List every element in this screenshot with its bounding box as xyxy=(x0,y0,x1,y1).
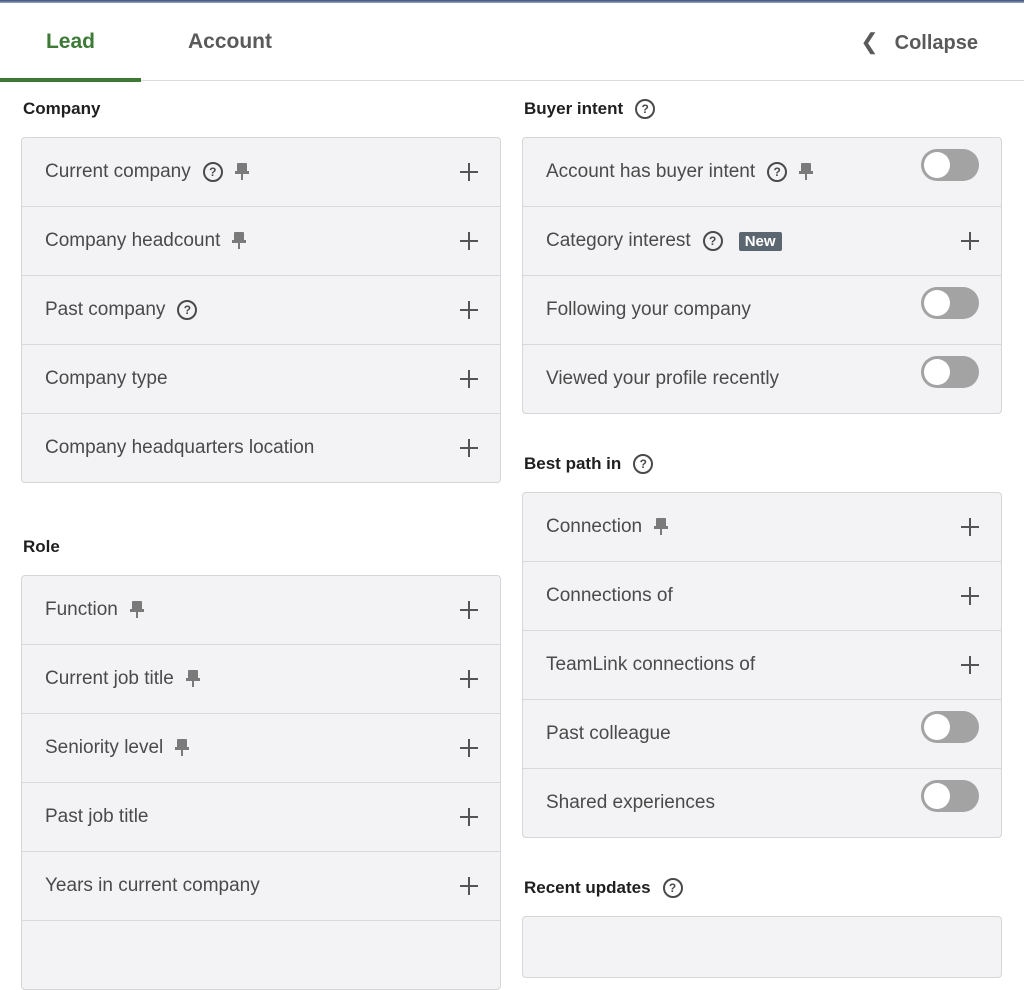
filter-label: Past company xyxy=(45,299,166,320)
pin-icon[interactable] xyxy=(799,163,814,181)
filter-row-current-job-title[interactable]: Current job title xyxy=(22,644,500,713)
help-icon[interactable]: ? xyxy=(177,300,198,320)
filter-label: Past job title xyxy=(45,806,149,827)
filter-row-years-in-current-company[interactable]: Years in current company xyxy=(22,851,500,920)
filter-label: Connection xyxy=(546,516,643,537)
collapse-button[interactable]: ❮ Collapse xyxy=(860,3,978,80)
best-path-filter-group: Connection Connections of TeamLink conne… xyxy=(522,492,1002,838)
filter-row-function[interactable]: Function xyxy=(22,576,500,644)
filter-row-account-has-buyer-intent[interactable]: Account has buyer intent ? xyxy=(523,138,1001,206)
filter-row-following-your-company[interactable]: Following your company xyxy=(523,275,1001,344)
shared-experiences-toggle[interactable] xyxy=(921,780,979,812)
filter-row-viewed-profile-recently[interactable]: Viewed your profile recently xyxy=(523,344,1001,413)
filter-row-next[interactable] xyxy=(22,920,500,989)
tab-bar: Lead Account ❮ Collapse xyxy=(0,3,1024,82)
filter-row-category-interest[interactable]: Category interest ? New xyxy=(523,206,1001,275)
pin-icon[interactable] xyxy=(129,601,144,619)
help-icon[interactable]: ? xyxy=(702,231,723,251)
filter-label: Current company xyxy=(45,161,191,182)
buyer-intent-filter-group: Account has buyer intent ? Category inte… xyxy=(522,137,1002,414)
add-filter-icon[interactable] xyxy=(961,587,979,605)
collapse-label: Collapse xyxy=(894,32,978,54)
pin-icon[interactable] xyxy=(175,739,190,757)
add-filter-icon[interactable] xyxy=(961,656,979,674)
filter-row-past-colleague[interactable]: Past colleague xyxy=(523,699,1001,768)
filter-label: Seniority level xyxy=(45,737,164,758)
left-column: Company Current company ? Company headco… xyxy=(21,81,501,990)
pin-icon[interactable] xyxy=(232,232,247,250)
section-title-recent-updates: Recent updates ? xyxy=(522,860,1002,916)
tab-lead[interactable]: Lead xyxy=(0,3,141,82)
role-filter-group: Function Current job title Seniority lev… xyxy=(21,575,501,990)
filter-label: Following your company xyxy=(546,299,751,320)
filter-label: Connections of xyxy=(546,585,673,606)
add-filter-icon[interactable] xyxy=(460,232,478,250)
add-filter-icon[interactable] xyxy=(460,301,478,319)
filter-label: Shared experiences xyxy=(546,792,715,813)
pin-icon[interactable] xyxy=(185,670,200,688)
filter-label: Current job title xyxy=(45,668,174,689)
section-title-role: Role xyxy=(23,537,60,556)
filter-row-company-hq-location[interactable]: Company headquarters location xyxy=(22,413,500,482)
past-colleague-toggle[interactable] xyxy=(921,711,979,743)
help-icon[interactable]: ? xyxy=(633,454,654,474)
filter-label: Viewed your profile recently xyxy=(546,368,780,389)
add-filter-icon[interactable] xyxy=(460,739,478,757)
add-filter-icon[interactable] xyxy=(961,232,979,250)
help-icon[interactable]: ? xyxy=(202,162,223,182)
pin-icon[interactable] xyxy=(654,518,669,536)
add-filter-icon[interactable] xyxy=(460,670,478,688)
filter-row-past-company[interactable]: Past company ? xyxy=(22,275,500,344)
filter-label: Years in current company xyxy=(45,875,260,896)
filter-label: Account has buyer intent xyxy=(546,161,756,182)
help-icon[interactable]: ? xyxy=(767,162,788,182)
filter-label: Company headquarters location xyxy=(45,437,315,458)
filter-row-current-company[interactable]: Current company ? xyxy=(22,138,500,206)
filter-row-company-headcount[interactable]: Company headcount xyxy=(22,206,500,275)
chevron-left-icon: ❮ xyxy=(860,29,879,54)
filter-label: Company type xyxy=(45,368,168,389)
tab-account[interactable]: Account xyxy=(160,3,300,80)
viewed-profile-toggle[interactable] xyxy=(921,356,979,388)
section-title-best-path-in: Best path in ? xyxy=(522,436,1002,492)
filter-row-past-job-title[interactable]: Past job title xyxy=(22,782,500,851)
filter-row-connections-of[interactable]: Connections of xyxy=(523,561,1001,630)
add-filter-icon[interactable] xyxy=(961,518,979,536)
filter-row-seniority-level[interactable]: Seniority level xyxy=(22,713,500,782)
filter-label: Company headcount xyxy=(45,230,221,251)
filter-label: Category interest xyxy=(546,230,691,251)
right-column: Buyer intent ? Account has buyer intent … xyxy=(522,81,1002,978)
filter-row-shared-experiences[interactable]: Shared experiences xyxy=(523,768,1001,837)
add-filter-icon[interactable] xyxy=(460,439,478,457)
add-filter-icon[interactable] xyxy=(460,808,478,826)
section-title-buyer-intent: Buyer intent ? xyxy=(522,81,1002,137)
help-icon[interactable]: ? xyxy=(635,99,656,119)
following-company-toggle[interactable] xyxy=(921,287,979,319)
add-filter-icon[interactable] xyxy=(460,877,478,895)
filter-label: Function xyxy=(45,599,118,620)
filter-row-company-type[interactable]: Company type xyxy=(22,344,500,413)
add-filter-icon[interactable] xyxy=(460,163,478,181)
add-filter-icon[interactable] xyxy=(460,370,478,388)
filter-row-teamlink-connections-of[interactable]: TeamLink connections of xyxy=(523,630,1001,699)
filter-label: TeamLink connections of xyxy=(546,654,756,675)
filter-row-connection[interactable]: Connection xyxy=(523,493,1001,561)
buyer-intent-toggle[interactable] xyxy=(921,149,979,181)
filter-label: Past colleague xyxy=(546,723,671,744)
new-badge: New xyxy=(738,231,782,251)
company-filter-group: Current company ? Company headcount Past… xyxy=(21,137,501,483)
section-title-company: Company xyxy=(23,99,101,118)
recent-updates-filter-group xyxy=(522,916,1002,978)
pin-icon[interactable] xyxy=(234,163,249,181)
help-icon[interactable]: ? xyxy=(662,878,683,898)
add-filter-icon[interactable] xyxy=(460,601,478,619)
